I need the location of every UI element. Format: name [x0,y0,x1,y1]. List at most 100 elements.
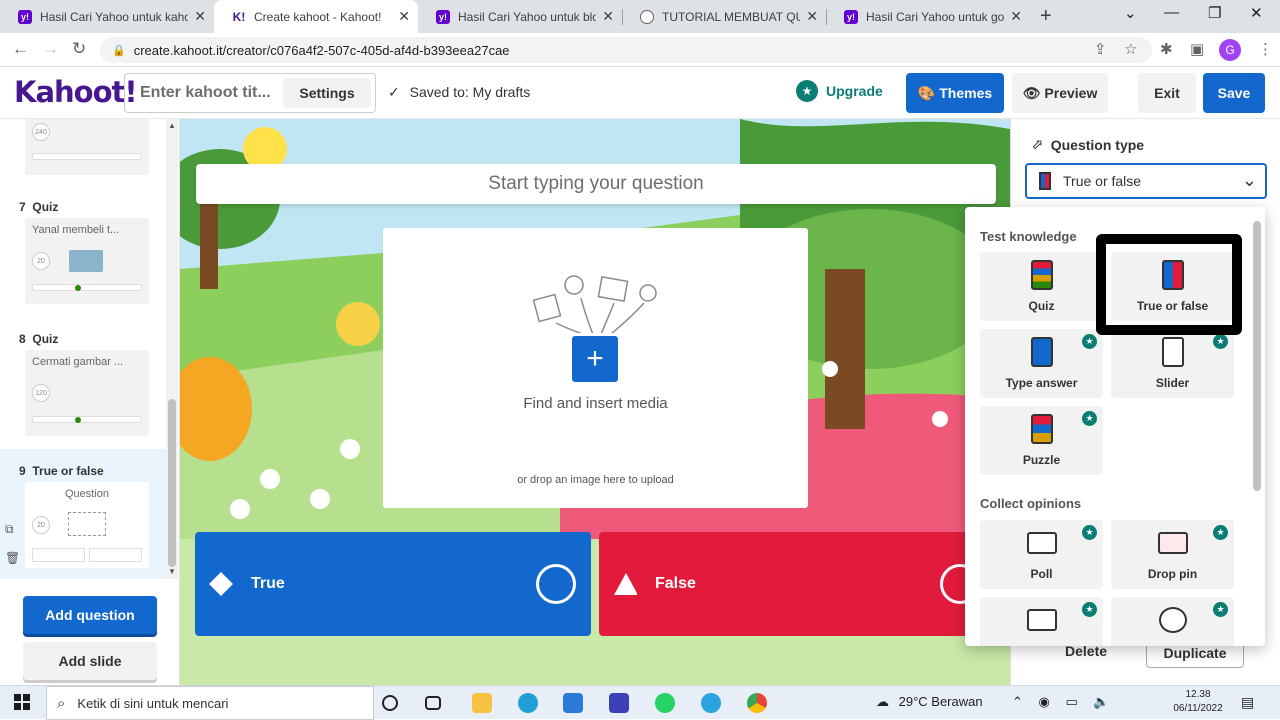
premium-star-icon: ★ [1082,602,1097,617]
triangle-icon [613,572,637,596]
mail-icon[interactable] [563,693,583,713]
question-type-heading: ⬀ Question type [1031,136,1145,153]
save-button[interactable]: Save [1203,73,1265,113]
slide-list-sidebar: 240 7 Quiz Yanal membeli t... 20 8 Quiz … [0,119,180,685]
clock[interactable]: 12.38 06/11/2022 [1166,688,1230,716]
close-window-button[interactable]: ✕ [1250,4,1263,22]
url-field[interactable]: 🔒 create.kahoot.it/creator/c076a4f2-507c… [100,37,1152,63]
answer-line [32,416,142,423]
cortana-icon[interactable] [382,695,398,711]
question-input[interactable]: Start typing your question [196,164,996,204]
scroll-down-arrow[interactable]: ▼ [168,567,176,576]
slide-thumbnail[interactable]: Question 20 [25,482,149,568]
upgrade-button[interactable]: ★ Upgrade [796,80,883,102]
option-poll[interactable]: ★ Poll [980,520,1103,589]
puzzle-icon [1030,414,1053,444]
browser-tab-yahoo-google[interactable]: y! Hasil Cari Yahoo untuk goog ✕ [826,0,1030,33]
whatsapp-icon[interactable] [655,693,675,713]
sidebar-scrollbar[interactable]: ▲ ▼ [166,119,178,579]
delete-slide-icon[interactable]: 🗑 [5,551,20,565]
kahoot-icon: K! [232,9,246,24]
timer-badge: 20 [32,252,50,270]
system-tray[interactable]: ⌃ ◉ ▭ 🔈 [1012,694,1110,710]
weather-widget[interactable]: ☁ 29°C Berawan [876,694,983,710]
task-view-icon[interactable] [425,696,441,710]
premium-star-icon: ★ [1082,525,1097,540]
close-tab-icon[interactable]: ✕ [194,8,206,25]
share-icon[interactable]: ⇪ [1094,40,1107,58]
browser-tab-create-kahoot[interactable]: K! Create kahoot - Kahoot! ✕ [214,0,418,33]
option-drop-pin[interactable]: ★ Drop pin [1111,520,1234,589]
answer-label: False [655,575,696,592]
browser-tab-yahoo-blog[interactable]: y! Hasil Cari Yahoo untuk blog ✕ [418,0,622,33]
correct-answer-toggle[interactable] [536,564,576,604]
close-tab-icon[interactable]: ✕ [398,8,410,25]
browser-tab-yahoo-kahoot[interactable]: y! Hasil Cari Yahoo untuk kahoot ✕ [0,0,214,33]
bookmark-star-icon[interactable]: ☆ [1124,40,1137,58]
answer-false[interactable]: False [599,532,999,636]
slide-label: 9 True or false [19,464,104,478]
timer-badge: 120 [32,384,50,402]
themes-button[interactable]: 🎨 Themes [906,73,1004,113]
option-slider[interactable]: ★ Slider [1111,329,1234,398]
address-bar: ← → ↻ 🔒 create.kahoot.it/creator/c076a4f… [0,33,1280,67]
answer-label: True [251,575,285,592]
answer-true[interactable]: True [195,532,591,636]
browser-tab-tutorial[interactable]: TUTORIAL MEMBUAT QUIS C ✕ [622,0,826,33]
browser-menu-icon[interactable]: ⋮ [1258,40,1273,58]
scrollbar-thumb[interactable] [168,399,176,567]
option-quiz[interactable]: Quiz [980,252,1103,321]
add-question-button[interactable]: Add question [23,596,157,634]
minimize-button[interactable]: — [1164,4,1179,21]
kahoot-logo[interactable]: Kahoot! [14,75,138,109]
maximize-button[interactable]: ❐ [1208,4,1221,22]
kahoot-title-field[interactable]: Enter kahoot tit... Settings [124,73,376,113]
timer-badge: 20 [32,516,50,534]
duplicate-slide-icon[interactable]: ⧉ [5,522,14,537]
windows-taskbar: ⌕ Ketik di sini untuk mencari ☁ 29°C Ber… [0,685,1280,720]
side-panel-icon[interactable]: ▣ [1190,40,1204,58]
search-icon: ⌕ [57,694,66,712]
windows-start-icon[interactable] [14,694,30,710]
battery-icon: ▭ [1065,694,1078,709]
close-tab-icon[interactable]: ✕ [1010,8,1022,25]
title-placeholder: Enter kahoot tit... [140,84,271,101]
media-dropzone[interactable]: + Find and insert media or drop an image… [383,228,808,508]
slide-thumbnail[interactable]: 240 [25,119,149,175]
extensions-icon[interactable]: ✱ [1160,40,1173,58]
option-word-cloud[interactable]: ★ [980,597,1103,646]
slide-thumbnail[interactable]: Cermati gambar ... 120 [25,350,149,436]
new-tab-button[interactable]: + [1040,5,1052,28]
dropdown-scrollbar[interactable] [1253,221,1261,491]
chrome-icon[interactable] [747,693,767,713]
answer-line [32,284,142,291]
slide-thumbnail[interactable]: Yanal membeli t... 20 [25,218,149,304]
notification-icon[interactable]: ▤ [1241,694,1254,711]
chevron-up-icon: ⌃ [1012,694,1023,709]
taskbar-search-field[interactable]: ⌕ Ketik di sini untuk mencari [46,686,374,720]
insert-media-button[interactable]: + [572,336,618,382]
app-icon[interactable] [609,693,629,713]
add-slide-button[interactable]: Add slide [23,642,157,680]
drop-image-hint: or drop an image here to upload [517,474,674,486]
option-open-ended[interactable]: ★ [1111,597,1234,646]
file-explorer-icon[interactable] [472,693,492,713]
option-type-answer[interactable]: ★ Type answer [980,329,1103,398]
question-type-select[interactable]: True or false ⌄ [1025,163,1267,199]
profile-avatar[interactable]: G [1219,39,1241,61]
premium-star-icon: ★ [1082,411,1097,426]
reload-button[interactable]: ↻ [72,39,86,59]
exit-button[interactable]: Exit [1138,73,1196,113]
back-button[interactable]: ← [12,39,29,59]
close-tab-icon[interactable]: ✕ [806,8,818,25]
preview-button[interactable]: 👁 Preview [1012,73,1108,113]
settings-button[interactable]: Settings [283,78,371,108]
scroll-up-arrow[interactable]: ▲ [168,121,176,130]
edge-icon[interactable] [518,693,538,713]
tab-search-icon[interactable]: ⌄ [1124,4,1137,22]
close-tab-icon[interactable]: ✕ [602,8,614,25]
telegram-icon[interactable] [701,693,721,713]
forward-button[interactable]: → [42,39,59,59]
option-puzzle[interactable]: ★ Puzzle [980,406,1103,475]
slide-item-active[interactable]: 9 True or false Question 20 [0,449,166,579]
